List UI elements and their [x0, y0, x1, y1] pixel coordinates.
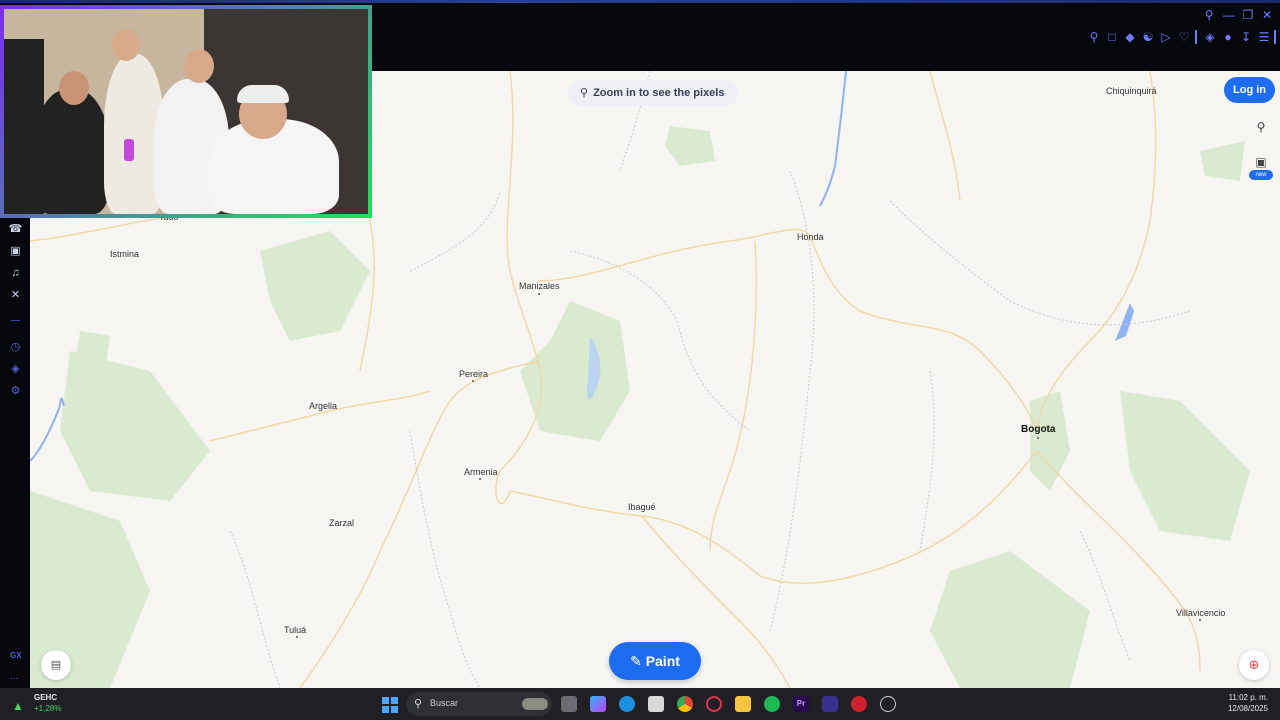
store-icon[interactable] — [648, 696, 664, 712]
shield-icon[interactable]: ◆ — [1123, 30, 1137, 44]
heart-icon[interactable]: ♡ — [1177, 30, 1191, 44]
toolbar-divider — [1274, 30, 1276, 44]
task-view-icon[interactable] — [561, 696, 577, 712]
copilot-icon[interactable] — [590, 696, 606, 712]
extensions-icon[interactable]: ◈ — [1203, 30, 1217, 44]
city-dot — [1199, 619, 1201, 621]
city-dot — [479, 478, 481, 480]
new-badge: new — [1249, 170, 1273, 180]
head — [184, 49, 214, 83]
edge-icon[interactable] — [619, 696, 635, 712]
sidebar-more-icon[interactable]: ... — [10, 671, 18, 682]
trend-up-icon: ▲ — [12, 699, 24, 713]
zoom-hint-text: Zoom in to see the pixels — [593, 87, 725, 99]
close-icon[interactable]: ✕ — [1259, 8, 1275, 22]
file-explorer-icon[interactable] — [735, 696, 751, 712]
city-label: Ibagué — [628, 502, 656, 512]
layers-icon: ▤ — [50, 659, 62, 671]
opera-gx-icon[interactable] — [706, 696, 722, 712]
chrome-icon[interactable] — [677, 696, 693, 712]
crosshair-icon: ⊕ — [1248, 657, 1260, 672]
brush-icon: ✎ — [630, 653, 642, 669]
app-icon[interactable] — [851, 696, 867, 712]
city-dot — [472, 380, 474, 382]
zoom-icon: ⚲ — [580, 87, 589, 99]
play-icon[interactable]: ▷ — [1159, 30, 1173, 44]
paint-label: Paint — [645, 653, 680, 669]
search-label: Buscar — [430, 698, 459, 708]
history-icon[interactable]: ◷ — [8, 340, 23, 355]
settings-icon[interactable]: ⚙ — [8, 384, 23, 399]
minimize-icon[interactable]: — — [1221, 8, 1237, 22]
stock-name: GEHC — [34, 693, 58, 702]
lake — [1115, 303, 1134, 341]
toolbar-divider — [1195, 30, 1197, 44]
menu-icon[interactable]: ☰ — [1257, 30, 1271, 44]
city-label: Zarzal — [329, 518, 355, 528]
head — [59, 71, 89, 105]
city-label: Istmina — [110, 249, 140, 259]
x-icon[interactable]: ✕ — [8, 288, 23, 303]
city-label: Villavicencio — [1176, 608, 1226, 618]
whatsapp-icon[interactable]: ☎ — [8, 222, 23, 237]
restore-icon[interactable]: ❐ — [1240, 8, 1256, 22]
city-label: Armenia — [464, 467, 498, 477]
instagram-icon[interactable]: ▣ — [8, 244, 23, 259]
search-icon[interactable]: ⚲ — [1201, 8, 1217, 22]
login-button[interactable]: Log in — [1224, 77, 1275, 103]
city-label: Honda — [797, 232, 824, 242]
head — [112, 29, 140, 61]
download-icon[interactable]: ↧ — [1239, 30, 1253, 44]
tiktok-icon[interactable]: ♫ — [8, 266, 23, 281]
zoom-hint-pill: ⚲ Zoom in to see the pixels — [568, 80, 739, 106]
city-dot — [296, 636, 298, 638]
spotify-icon[interactable] — [764, 696, 780, 712]
city-dot — [1037, 437, 1039, 439]
obs-icon[interactable] — [880, 696, 896, 712]
stock-change: +1,28% — [34, 704, 62, 713]
paint-button[interactable]: ✎ Paint — [609, 642, 701, 680]
clock-time: 11:02 p. m. — [1228, 693, 1268, 702]
clock-date: 12/08/2025 — [1227, 704, 1268, 713]
snapshot-icon[interactable]: □ — [1105, 30, 1119, 44]
locate-button[interactable]: ⊕ — [1239, 650, 1269, 680]
windows-start-icon[interactable] — [382, 697, 398, 713]
zoom-search-icon[interactable]: ⚲ — [1250, 116, 1272, 138]
windows-taskbar: ▲ GEHC +1,28% ⚲ Buscar Pr 11:02 p. m. 12… — [0, 688, 1280, 720]
webcam-feed — [4, 9, 368, 214]
pin-icon[interactable]: ⚲ — [1087, 30, 1101, 44]
city-label-capital: Bogota — [1021, 424, 1056, 435]
gx-label[interactable]: GX — [10, 651, 22, 660]
taskbar-search[interactable]: ⚲ Buscar — [406, 692, 552, 716]
app-icon[interactable] — [822, 696, 838, 712]
city-dot — [538, 293, 540, 295]
city-label: Chiquinquirá — [1106, 86, 1157, 96]
extensions-icon[interactable]: ◈ — [8, 362, 23, 377]
city-label: Manizales — [519, 281, 560, 291]
system-clock[interactable]: 11:02 p. m. 12/08/2025 — [1228, 692, 1268, 714]
cap — [237, 85, 289, 103]
webcam-overlay — [0, 5, 372, 218]
cup — [124, 139, 134, 161]
layers-button[interactable]: ▤ — [41, 650, 71, 680]
screen: ⚲ — ❐ ✕ ⚲ □ ◆ ☯ ▷ ♡ ◈ ● ↧ ☰ ☎ ▣ ♫ ✕ ◷ ◈ … — [0, 0, 1280, 720]
search-icon: ⚲ — [414, 698, 423, 710]
city-label: Tuluá — [284, 625, 307, 635]
premiere-icon[interactable]: Pr — [793, 696, 809, 712]
city-label: Pereira — [459, 369, 489, 379]
city-label: Argelia — [309, 401, 338, 411]
top-accent-line — [0, 0, 1280, 3]
profile-icon[interactable]: ● — [1221, 30, 1235, 44]
sidebar-divider — [11, 320, 20, 321]
translate-icon[interactable]: ☯ — [1141, 30, 1155, 44]
person — [34, 89, 109, 214]
search-highlight-image — [522, 698, 548, 710]
